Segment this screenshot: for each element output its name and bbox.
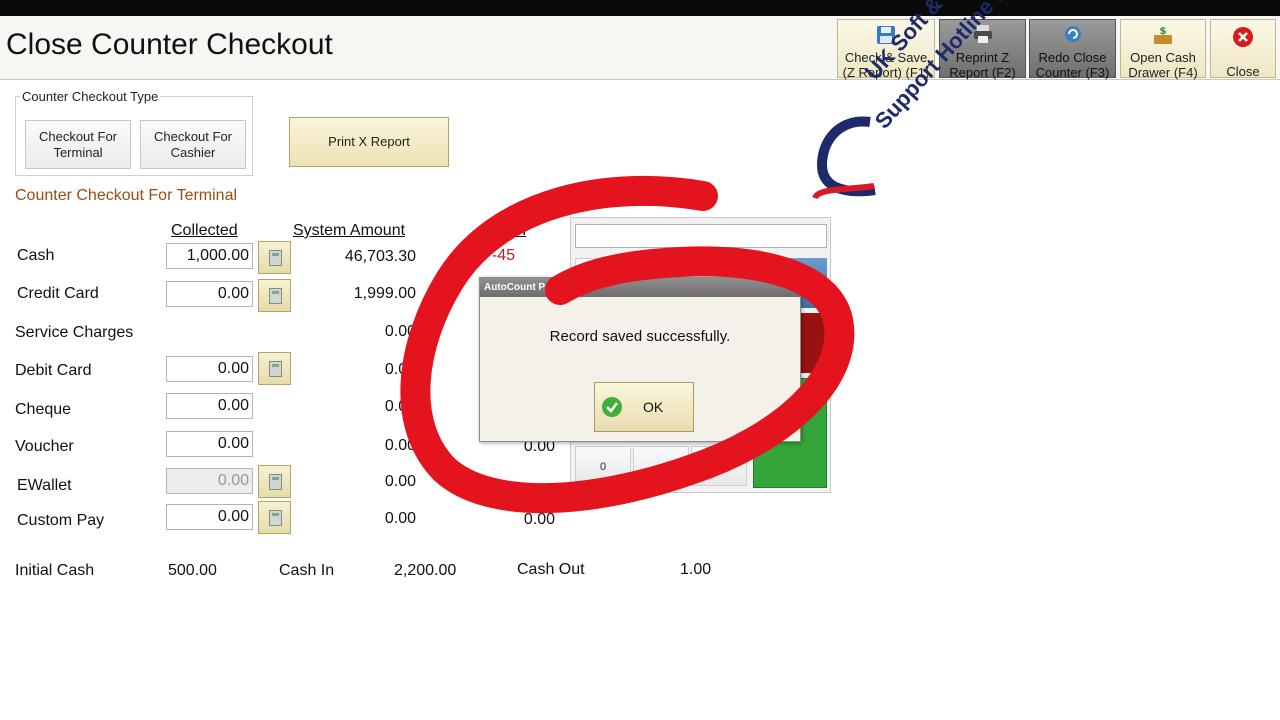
reprint-z-line1: Reprint Z [955, 50, 1010, 65]
cash-out-value: 1.00 [680, 561, 712, 578]
credit-card-system-amount: 1,999.00 [353, 285, 416, 302]
voucher-label: Voucher [15, 438, 74, 455]
cash-label: Cash [17, 247, 55, 264]
calculator-icon [269, 361, 282, 377]
ewallet-calculator-button[interactable] [258, 465, 291, 498]
checkout-for-terminal-button[interactable]: Checkout For Terminal [25, 120, 131, 169]
print-icon [972, 24, 994, 47]
cash-calculator-button[interactable] [258, 241, 291, 274]
open-cash-line1: Open Cash [1130, 50, 1196, 65]
cash-collected-input[interactable]: 1,000.00 [166, 243, 253, 269]
cash-in-label: Cash In [279, 562, 335, 579]
ok-button[interactable]: OK [594, 382, 694, 432]
cashier-line2: Cashier [170, 145, 216, 160]
close-icon [1232, 26, 1254, 51]
checkout-for-cashier-button[interactable]: Checkout For Cashier [140, 120, 246, 169]
variance-header: Varian [481, 222, 527, 239]
redo-close-counter-button[interactable]: Redo Close Counter (F3) [1029, 19, 1116, 80]
calculator-icon [269, 474, 282, 490]
collected-header: Collected [171, 222, 238, 239]
debit-card-calculator-button[interactable] [258, 352, 291, 385]
dialog-title: AutoCount POS [480, 278, 800, 297]
custom-pay-collected-input[interactable]: 0.00 [166, 504, 253, 530]
close-label: Close [1226, 64, 1260, 79]
initial-cash-label: Initial Cash [15, 562, 95, 579]
open-cash-line2: Drawer (F4) [1128, 65, 1198, 80]
redo-icon [1062, 24, 1084, 47]
header-bar: Close Counter Checkout Check & Save (Z R… [0, 16, 1280, 80]
open-cash-drawer-button[interactable]: $ Open Cash Drawer (F4) [1120, 19, 1206, 80]
terminal-line2: Terminal [53, 145, 103, 160]
credit-card-calculator-button[interactable] [258, 279, 291, 312]
initial-cash-value: 500.00 [168, 562, 217, 579]
debit-card-label: Debit Card [15, 362, 92, 379]
cheque-label: Cheque [15, 401, 72, 418]
system-amount-header: System Amount [293, 222, 406, 239]
top-black-bar [0, 0, 1280, 16]
cash-system-amount: 46,703.30 [344, 248, 416, 265]
ewallet-system-amount: 0.00 [384, 473, 416, 490]
service-charges-label: Service Charges [15, 324, 134, 341]
calculator-icon [269, 250, 282, 266]
message-dialog: AutoCount POS Record saved successfully.… [479, 277, 801, 442]
custom-pay-system-amount: 0.00 [384, 510, 416, 527]
cheque-system-amount: 0.00 [384, 398, 416, 415]
section-title: Counter Checkout For Terminal [15, 187, 238, 204]
numpad-display[interactable] [575, 224, 827, 248]
numpad-key-dot[interactable]: . [691, 446, 747, 486]
debit-card-collected-input[interactable]: 0.00 [166, 356, 253, 382]
check-save-z-report-button[interactable]: Check & Save (Z Report) (F1) [837, 19, 935, 80]
custom-pay-calculator-button[interactable] [258, 501, 291, 534]
credit-card-label: Credit Card [17, 285, 99, 302]
redo-close-line2: Counter (F3) [1035, 65, 1110, 80]
check-save-line1: Check & Save [844, 50, 928, 65]
ewallet-collected-input[interactable]: 0.00 [166, 468, 253, 494]
calculator-icon [269, 510, 282, 526]
dialog-message: Record saved successfully. [549, 328, 731, 345]
numpad-key-0[interactable]: 0 [575, 446, 631, 486]
checkout-type-group: Counter Checkout Type Checkout For Termi… [15, 89, 253, 176]
voucher-collected-input[interactable]: 0.00 [166, 431, 253, 457]
svg-text:$: $ [1160, 26, 1167, 37]
check-save-line2: (Z Report) (F1) [842, 65, 930, 80]
cash-variance: -45 [491, 247, 515, 264]
cash-drawer-icon: $ [1152, 24, 1174, 49]
close-button[interactable]: Close [1210, 19, 1276, 79]
redo-close-line1: Redo Close [1038, 50, 1107, 65]
ok-label: OK [643, 399, 664, 415]
print-x-report-button[interactable]: Print X Report [289, 117, 449, 167]
reprint-z-line2: Report (F2) [949, 65, 1016, 80]
numpad-key[interactable] [633, 446, 689, 486]
voucher-system-amount: 0.00 [384, 437, 416, 454]
cash-out-label: Cash Out [517, 561, 585, 578]
save-icon [875, 24, 897, 49]
custom-pay-variance: 0.00 [523, 511, 555, 528]
service-charges-system-amount: 0.00 [384, 323, 416, 340]
ewallet-label: EWallet [17, 477, 72, 494]
page-title: Close Counter Checkout [6, 28, 333, 61]
debit-card-system-amount: 0.00 [384, 361, 416, 378]
custom-pay-label: Custom Pay [17, 512, 105, 529]
checkmark-icon [601, 396, 623, 421]
reprint-z-report-button[interactable]: Reprint Z Report (F2) [939, 19, 1026, 80]
cheque-collected-input[interactable]: 0.00 [166, 393, 253, 419]
terminal-line1: Checkout For [38, 129, 118, 144]
main-content: Counter Checkout Type Checkout For Termi… [0, 81, 1280, 720]
checkout-type-legend: Counter Checkout Type [20, 89, 161, 104]
calculator-icon [269, 288, 282, 304]
cashier-line1: Checkout For [153, 129, 233, 144]
credit-card-collected-input[interactable]: 0.00 [166, 281, 253, 307]
cash-in-value: 2,200.00 [394, 562, 457, 579]
